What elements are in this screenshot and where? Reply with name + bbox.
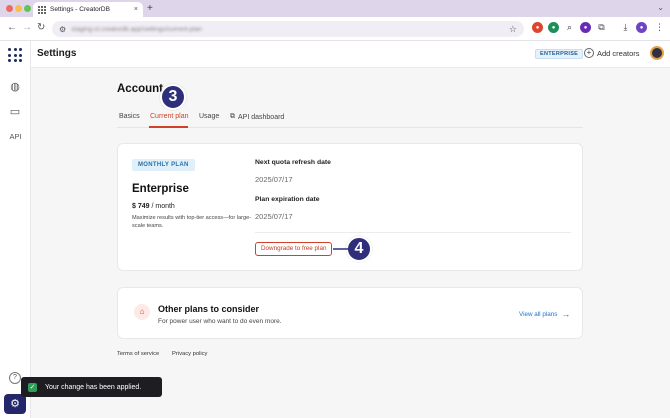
extension-icon[interactable]: ● [532,22,543,33]
refresh-date-label: Next quota refresh date [255,159,331,166]
minimize-window-button[interactable] [15,5,22,12]
other-plans-title: Other plans to consider [158,304,260,314]
plan-price-amount: $ 749 [132,203,150,210]
bookmark-star-icon[interactable]: ☆ [509,24,517,35]
active-tab-indicator [149,126,188,128]
expiration-date-value: 2025/07/17 [255,212,293,221]
back-arrow-icon[interactable]: ← [7,22,17,34]
browser-tab-bar: Settings - CreatorDB × + ⌄ [0,0,670,17]
plan-name: Enterprise [132,183,189,195]
plan-price: $ 749 / month [132,203,175,210]
view-all-plans-link[interactable]: View all plans → [519,309,571,319]
step-4-connector [333,248,349,250]
success-toast: ✓ Your change has been applied. [21,377,162,397]
plus-circle-icon: + [584,48,594,58]
other-plans-subtitle: For power user who want to do even more. [158,318,282,325]
menu-dots-icon[interactable]: ⋮ [654,22,665,33]
settings-gear-icon[interactable]: ⚙ [4,394,26,414]
user-avatar[interactable] [650,46,664,60]
downgrade-button[interactable]: Downgrade to free plan [255,242,333,256]
sidebar-item-api[interactable]: API [0,132,31,141]
gift-icon: ⌂ [134,304,150,320]
globe-icon[interactable]: ◍ [8,80,22,94]
address-bar[interactable]: ⚙ staging-ct.creatordb.app/settings/curr… [52,21,524,37]
add-creators-label: Add creators [597,48,640,58]
maximize-window-button[interactable] [24,5,31,12]
help-icon[interactable]: ? [9,372,21,384]
account-tabs: Basics Current plan Usage ⧉ API dashboar… [117,110,583,128]
app-sidebar: ◍ ▭ API ? ⚙ [0,41,31,418]
page-title: Settings [37,48,77,59]
plan-price-period: / month [151,203,175,210]
tab-api-dashboard[interactable]: ⧉ API dashboard [230,113,284,121]
creatordb-logo[interactable] [8,48,22,62]
expiration-date-label: Plan expiration date [255,196,320,203]
forward-arrow-icon[interactable]: → [22,22,32,34]
tab-current-plan[interactable]: Current plan [150,113,189,120]
monthly-plan-badge: MONTHLY PLAN [132,159,195,171]
browser-tab-title: Settings - CreatorDB [50,6,110,13]
browser-toolbar: ← → ↻ ⚙ staging-ct.creatordb.app/setting… [0,17,670,41]
app-header: Settings ENTERPRISE + Add creators [31,41,670,68]
search-icon[interactable]: ⌕ [564,22,575,33]
site-settings-icon[interactable]: ⚙ [59,25,66,34]
card-divider [255,232,571,233]
reload-icon[interactable]: ↻ [37,22,45,34]
check-icon: ✓ [28,382,37,392]
profile-icon[interactable]: ● [636,22,647,33]
address-url: staging-ct.creatordb.app/settings/curren… [71,25,202,33]
plan-description: Maximize results with top-tier access—fo… [132,215,252,229]
tab-close-icon[interactable]: × [134,6,138,13]
toast-message: Your change has been applied. [45,383,142,391]
tab-api-dashboard-label: API dashboard [238,113,285,121]
account-title: Account [117,83,163,95]
tab-basics[interactable]: Basics [119,113,140,120]
extension-icon[interactable]: ● [548,22,559,33]
new-tab-button[interactable]: + [147,3,153,14]
tab-usage[interactable]: Usage [199,113,219,120]
creatordb-favicon-icon [38,5,46,14]
browser-tab[interactable]: Settings - CreatorDB × [33,2,143,17]
step-3-marker: 3 [160,84,186,110]
extension-icon[interactable]: ● [580,22,591,33]
download-icon[interactable]: ⤓ [620,22,631,33]
view-all-plans-label: View all plans [519,310,558,318]
other-plans-card: ⌂ Other plans to consider For power user… [117,287,583,339]
refresh-date-value: 2025/07/17 [255,175,293,184]
add-creators-button[interactable]: + Add creators [584,48,640,58]
step-4-marker: 4 [346,236,372,262]
tab-search-chevron-icon[interactable]: ⌄ [657,3,664,12]
extensions-puzzle-icon[interactable]: ⧉ [596,22,607,33]
enterprise-badge: ENTERPRISE [535,49,584,59]
close-window-button[interactable] [6,5,13,12]
privacy-policy-link[interactable]: Privacy policy [172,351,207,357]
folder-icon[interactable]: ▭ [8,105,22,119]
arrow-right-icon: → [561,309,571,319]
external-link-icon: ⧉ [230,113,235,120]
terms-of-service-link[interactable]: Terms of service [117,351,159,357]
